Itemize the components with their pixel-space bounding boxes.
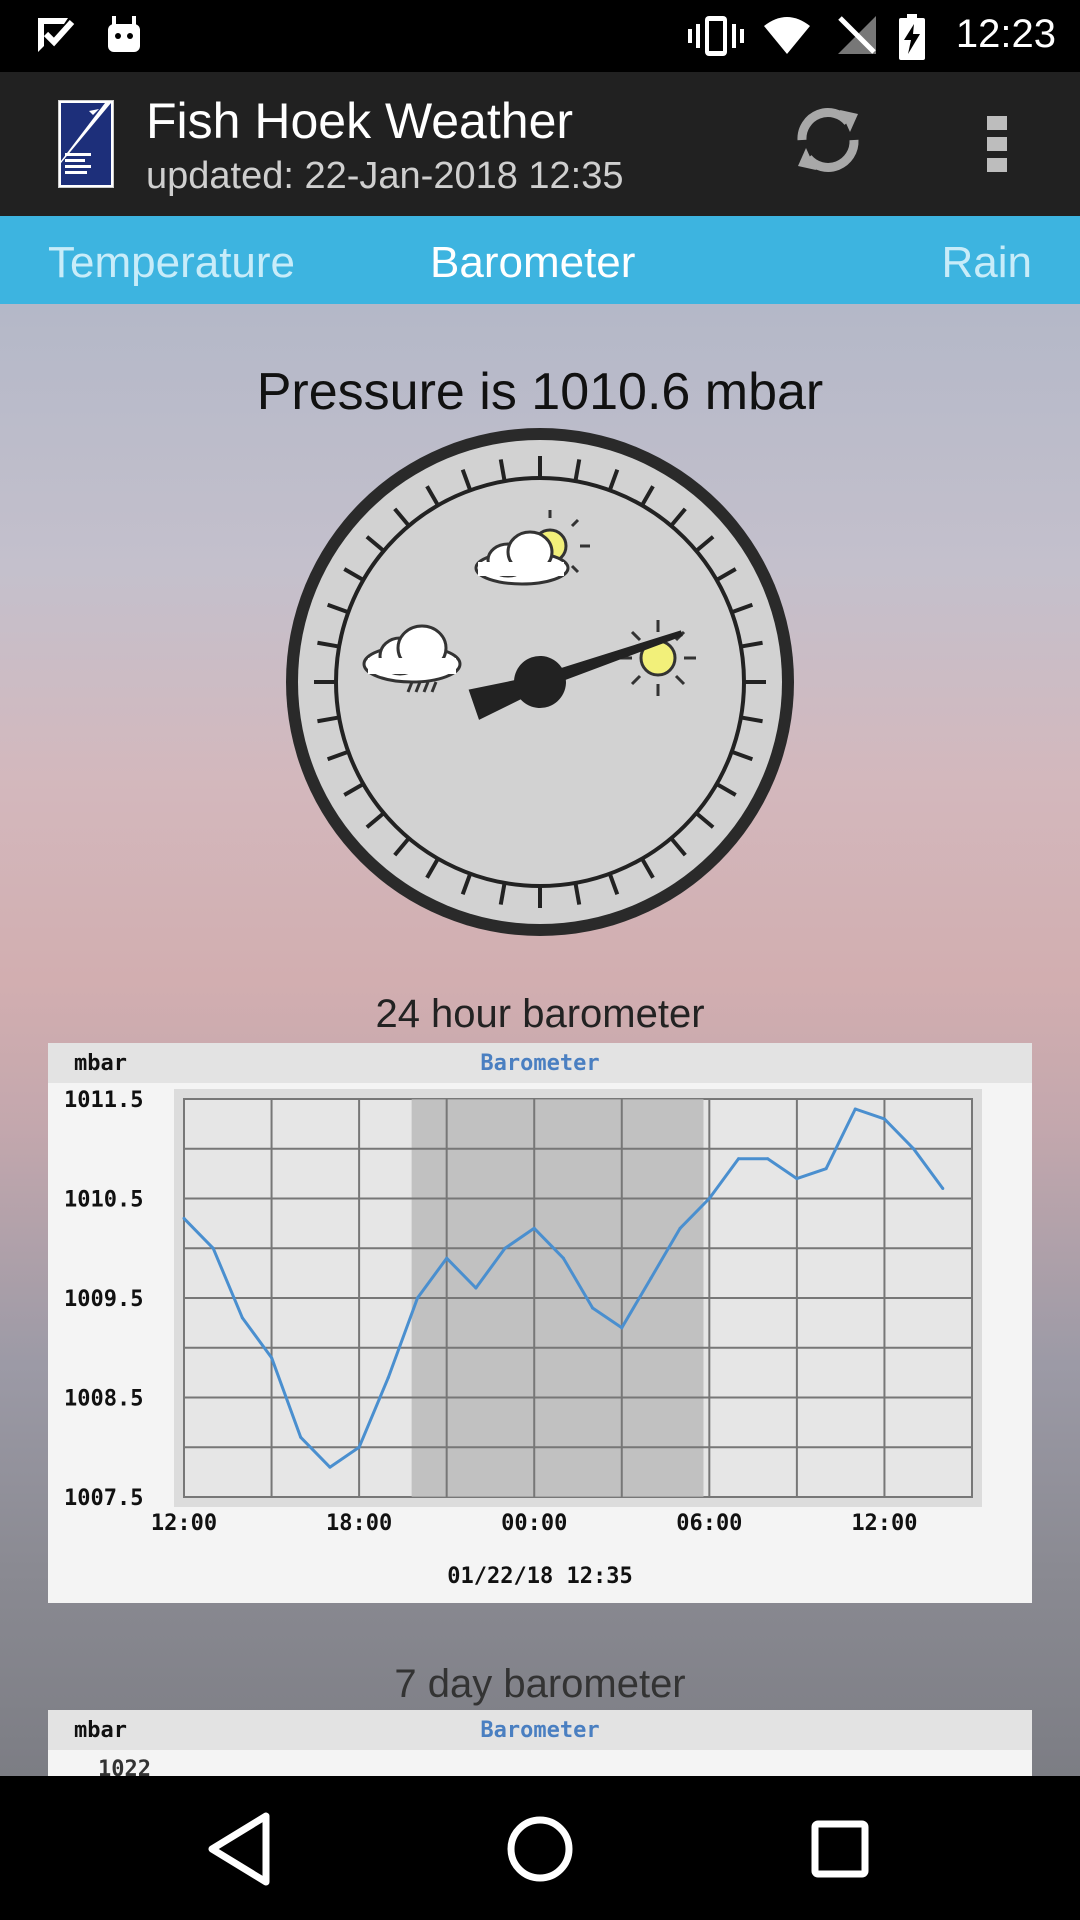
recents-button[interactable] <box>795 1804 885 1894</box>
series-point <box>766 1157 770 1161</box>
navigation-bar <box>0 1776 1080 1920</box>
series-point <box>240 1316 244 1320</box>
y-tick-label: 1008.5 <box>64 1387 143 1412</box>
app-title: Fish Hoek Weather <box>146 93 574 149</box>
updated-timestamp: updated: 22-Jan-2018 12:35 <box>146 155 624 197</box>
more-vert-icon <box>987 116 1007 172</box>
barometer-gauge <box>286 428 794 936</box>
x-tick-label: 12:00 <box>151 1511 217 1536</box>
series-point <box>561 1256 565 1260</box>
y-tick-label: 1007.5 <box>64 1486 143 1511</box>
series-point <box>707 1197 711 1200</box>
chart2-ylabel: mbar <box>74 1718 127 1743</box>
series-point <box>532 1226 536 1230</box>
tab-rain[interactable]: Rain <box>942 238 1033 288</box>
barometer-chart-7d: mbar Barometer 1022 <box>48 1710 1032 1776</box>
barometer-chart-24h: mbar Barometer 1011.5 1010.5 1009.5 1008.5 100… <box>48 1043 1032 1589</box>
series-point <box>941 1187 945 1191</box>
no-signal-icon <box>838 16 876 54</box>
chart-ylabel: mbar <box>74 1051 127 1076</box>
vibrate-icon <box>688 16 744 56</box>
series-point <box>737 1157 741 1161</box>
x-tick-label: 12:00 <box>851 1511 917 1536</box>
series-point <box>386 1376 390 1380</box>
series-point <box>357 1445 361 1449</box>
series-point <box>415 1296 419 1300</box>
x-tick-label: 06:00 <box>676 1511 742 1536</box>
series-point <box>649 1276 653 1280</box>
more-options-button[interactable] <box>972 104 1022 184</box>
series-point <box>824 1167 828 1171</box>
y-tick-label: 1011.5 <box>64 1088 143 1113</box>
series-point <box>678 1226 682 1230</box>
wifi-icon <box>764 17 810 54</box>
recents-icon <box>811 1820 869 1878</box>
chart-7d: mbar Barometer 1022 <box>48 1710 1032 1776</box>
series-point <box>882 1117 886 1121</box>
status-time: 12:23 <box>955 12 1056 56</box>
series-point <box>853 1107 857 1111</box>
chart-24h-caption: 24 hour barometer <box>375 992 705 1036</box>
back-icon <box>208 1812 270 1886</box>
series-point <box>445 1256 449 1260</box>
x-tick-label: 18:00 <box>326 1511 392 1536</box>
refresh-icon <box>797 108 859 172</box>
series-point <box>620 1326 624 1330</box>
chart2-title: Barometer <box>480 1718 599 1743</box>
chart-xlabel: 01/22/18 12:35 <box>447 1564 632 1589</box>
app-logo <box>58 100 114 188</box>
chart-7d-caption: 7 day barometer <box>394 1662 686 1706</box>
series-point <box>270 1356 274 1360</box>
home-button[interactable] <box>495 1804 585 1894</box>
checklist-notification-icon <box>38 18 75 52</box>
series-point <box>299 1435 303 1439</box>
series-point <box>503 1246 507 1250</box>
series-point <box>328 1465 332 1469</box>
series-point <box>211 1246 215 1250</box>
pressure-reading: Pressure is 1010.6 mbar <box>256 363 824 421</box>
tab-bar: Temperature Barometer Rain <box>0 216 1080 304</box>
back-button[interactable] <box>196 1804 286 1894</box>
series-point <box>474 1286 478 1290</box>
y-tick-label: 1009.5 <box>64 1287 143 1312</box>
series-point <box>912 1147 916 1151</box>
home-icon <box>507 1816 573 1882</box>
chart2-y-tick-label: 1022 <box>98 1757 151 1776</box>
tab-temperature[interactable]: Temperature <box>48 238 295 288</box>
series-point <box>182 1216 186 1220</box>
tab-barometer[interactable]: Barometer <box>430 238 635 288</box>
x-tick-label: 00:00 <box>501 1511 567 1536</box>
chart-title: Barometer <box>480 1051 599 1076</box>
battery-charging-icon <box>899 14 925 60</box>
status-bar: 12:23 <box>0 0 1080 72</box>
android-notification-icon <box>108 16 140 52</box>
barometer-page[interactable]: Pressure is 1010.6 mbar 24 hour baromete… <box>0 304 1080 1776</box>
series-point <box>795 1177 799 1181</box>
series-point <box>591 1306 595 1310</box>
refresh-button[interactable] <box>788 100 868 180</box>
y-tick-label: 1010.5 <box>64 1188 143 1213</box>
chart-24h: mbar Barometer 1011.5 1010.5 1009.5 1008.5 100… <box>48 1043 1032 1603</box>
